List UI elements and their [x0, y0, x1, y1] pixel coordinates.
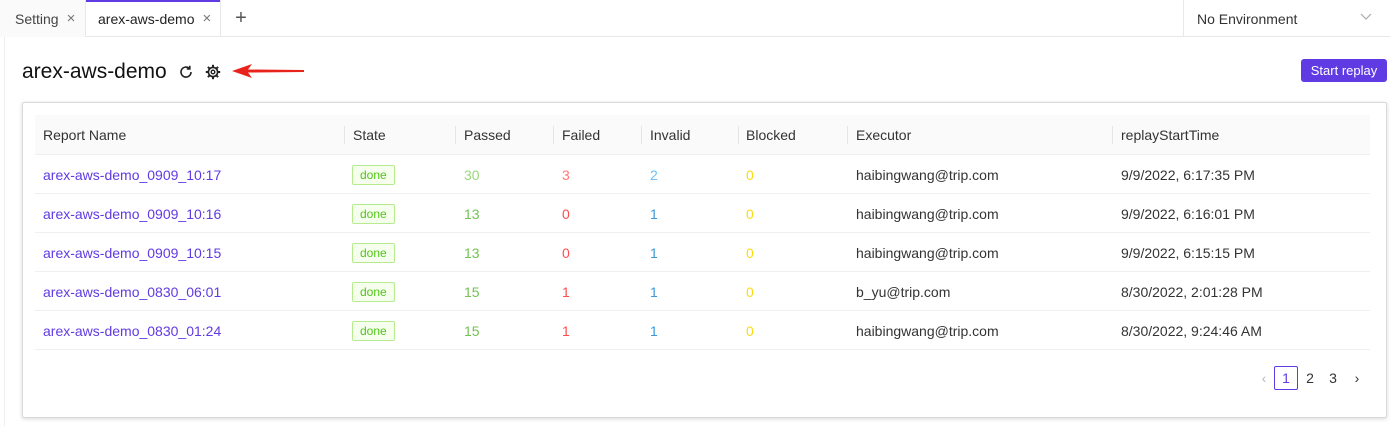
environment-select-value: No Environment	[1197, 10, 1298, 27]
tab-setting-label: Setting	[15, 10, 59, 27]
column-header: Invalid	[650, 127, 691, 143]
pagination-page-3[interactable]: 3	[1322, 366, 1344, 390]
pagination-prev-icon[interactable]: ‹	[1253, 366, 1275, 390]
executor: haibingwang@trip.com	[856, 244, 999, 261]
report-table-panel: Report Name State Passed Failed Invalid …	[22, 102, 1387, 418]
executor: b_yu@trip.com	[856, 283, 951, 300]
replay-start-time: 9/9/2022, 6:16:01 PM	[1121, 205, 1255, 222]
gear-icon[interactable]	[205, 64, 221, 80]
report-name-link[interactable]: arex-aws-demo_0830_01:24	[43, 311, 221, 350]
invalid-count: 1	[650, 322, 658, 339]
invalid-count: 1	[650, 205, 658, 222]
tab-setting[interactable]: Setting ×	[0, 0, 86, 37]
pagination-page-2[interactable]: 2	[1299, 366, 1321, 390]
table-row: arex-aws-demo_0830_06:01 done 15 1 1 0 b…	[35, 272, 1370, 311]
pagination-page-1[interactable]: 1	[1274, 366, 1298, 390]
failed-count: 3	[562, 166, 570, 183]
report-name-link[interactable]: arex-aws-demo_0909_10:17	[43, 155, 221, 194]
table-row: arex-aws-demo_0909_10:15 done 13 0 1 0 h…	[35, 233, 1370, 272]
invalid-count: 1	[650, 244, 658, 261]
passed-count: 30	[464, 166, 480, 183]
tab-arex-aws-demo[interactable]: arex-aws-demo ×	[86, 0, 221, 37]
start-replay-button[interactable]: Start replay	[1301, 59, 1387, 82]
page-title: arex-aws-demo	[22, 60, 167, 83]
blocked-count: 0	[746, 322, 754, 339]
close-icon[interactable]: ×	[67, 11, 76, 26]
close-icon[interactable]: ×	[202, 11, 211, 26]
state-badge: done	[352, 242, 395, 263]
replay-start-time: 8/30/2022, 9:24:46 AM	[1121, 322, 1262, 339]
tab-bar: Setting × arex-aws-demo × + No Environme…	[0, 0, 1390, 37]
state-badge: done	[352, 320, 395, 341]
tab-active-label: arex-aws-demo	[98, 10, 195, 27]
invalid-count: 2	[650, 166, 658, 183]
table-header: Report Name State Passed Failed Invalid …	[35, 115, 1370, 155]
column-header: State	[353, 127, 386, 143]
state-badge: done	[352, 281, 395, 302]
passed-count: 15	[464, 322, 480, 339]
replay-start-time: 8/30/2022, 2:01:28 PM	[1121, 283, 1263, 300]
red-arrow-annotation	[232, 64, 304, 78]
failed-count: 0	[562, 244, 570, 261]
report-name-link[interactable]: arex-aws-demo_0909_10:15	[43, 233, 221, 272]
state-badge: done	[352, 203, 395, 224]
refresh-icon[interactable]	[178, 64, 194, 80]
environment-select[interactable]: No Environment	[1183, 0, 1390, 37]
report-name-link[interactable]: arex-aws-demo_0909_10:16	[43, 194, 221, 233]
executor: haibingwang@trip.com	[856, 322, 999, 339]
passed-count: 13	[464, 205, 480, 222]
executor: haibingwang@trip.com	[856, 166, 999, 183]
executor: haibingwang@trip.com	[856, 205, 999, 222]
passed-count: 13	[464, 244, 480, 261]
blocked-count: 0	[746, 166, 754, 183]
column-header: Failed	[562, 127, 601, 143]
table-row: arex-aws-demo_0909_10:17 done 30 3 2 0 h…	[35, 155, 1370, 194]
column-header: Report Name	[43, 127, 127, 143]
column-header: Passed	[464, 127, 511, 143]
add-tab-icon[interactable]: +	[229, 0, 253, 37]
column-header: Blocked	[746, 127, 796, 143]
report-name-link[interactable]: arex-aws-demo_0830_06:01	[43, 272, 221, 311]
divider	[4, 37, 5, 426]
state-badge: done	[352, 164, 395, 185]
pagination-next-icon[interactable]: ›	[1346, 366, 1368, 390]
column-header: replayStartTime	[1121, 127, 1220, 143]
blocked-count: 0	[746, 283, 754, 300]
replay-start-time: 9/9/2022, 6:17:35 PM	[1121, 166, 1255, 183]
blocked-count: 0	[746, 205, 754, 222]
invalid-count: 1	[650, 283, 658, 300]
replay-start-time: 9/9/2022, 6:15:15 PM	[1121, 244, 1255, 261]
failed-count: 1	[562, 283, 570, 300]
table-row: arex-aws-demo_0909_10:16 done 13 0 1 0 h…	[35, 194, 1370, 233]
failed-count: 0	[562, 205, 570, 222]
column-header: Executor	[856, 127, 912, 143]
table-row: arex-aws-demo_0830_01:24 done 15 1 1 0 h…	[35, 311, 1370, 350]
passed-count: 15	[464, 283, 480, 300]
failed-count: 1	[562, 322, 570, 339]
chevron-down-icon	[1360, 13, 1372, 20]
blocked-count: 0	[746, 244, 754, 261]
